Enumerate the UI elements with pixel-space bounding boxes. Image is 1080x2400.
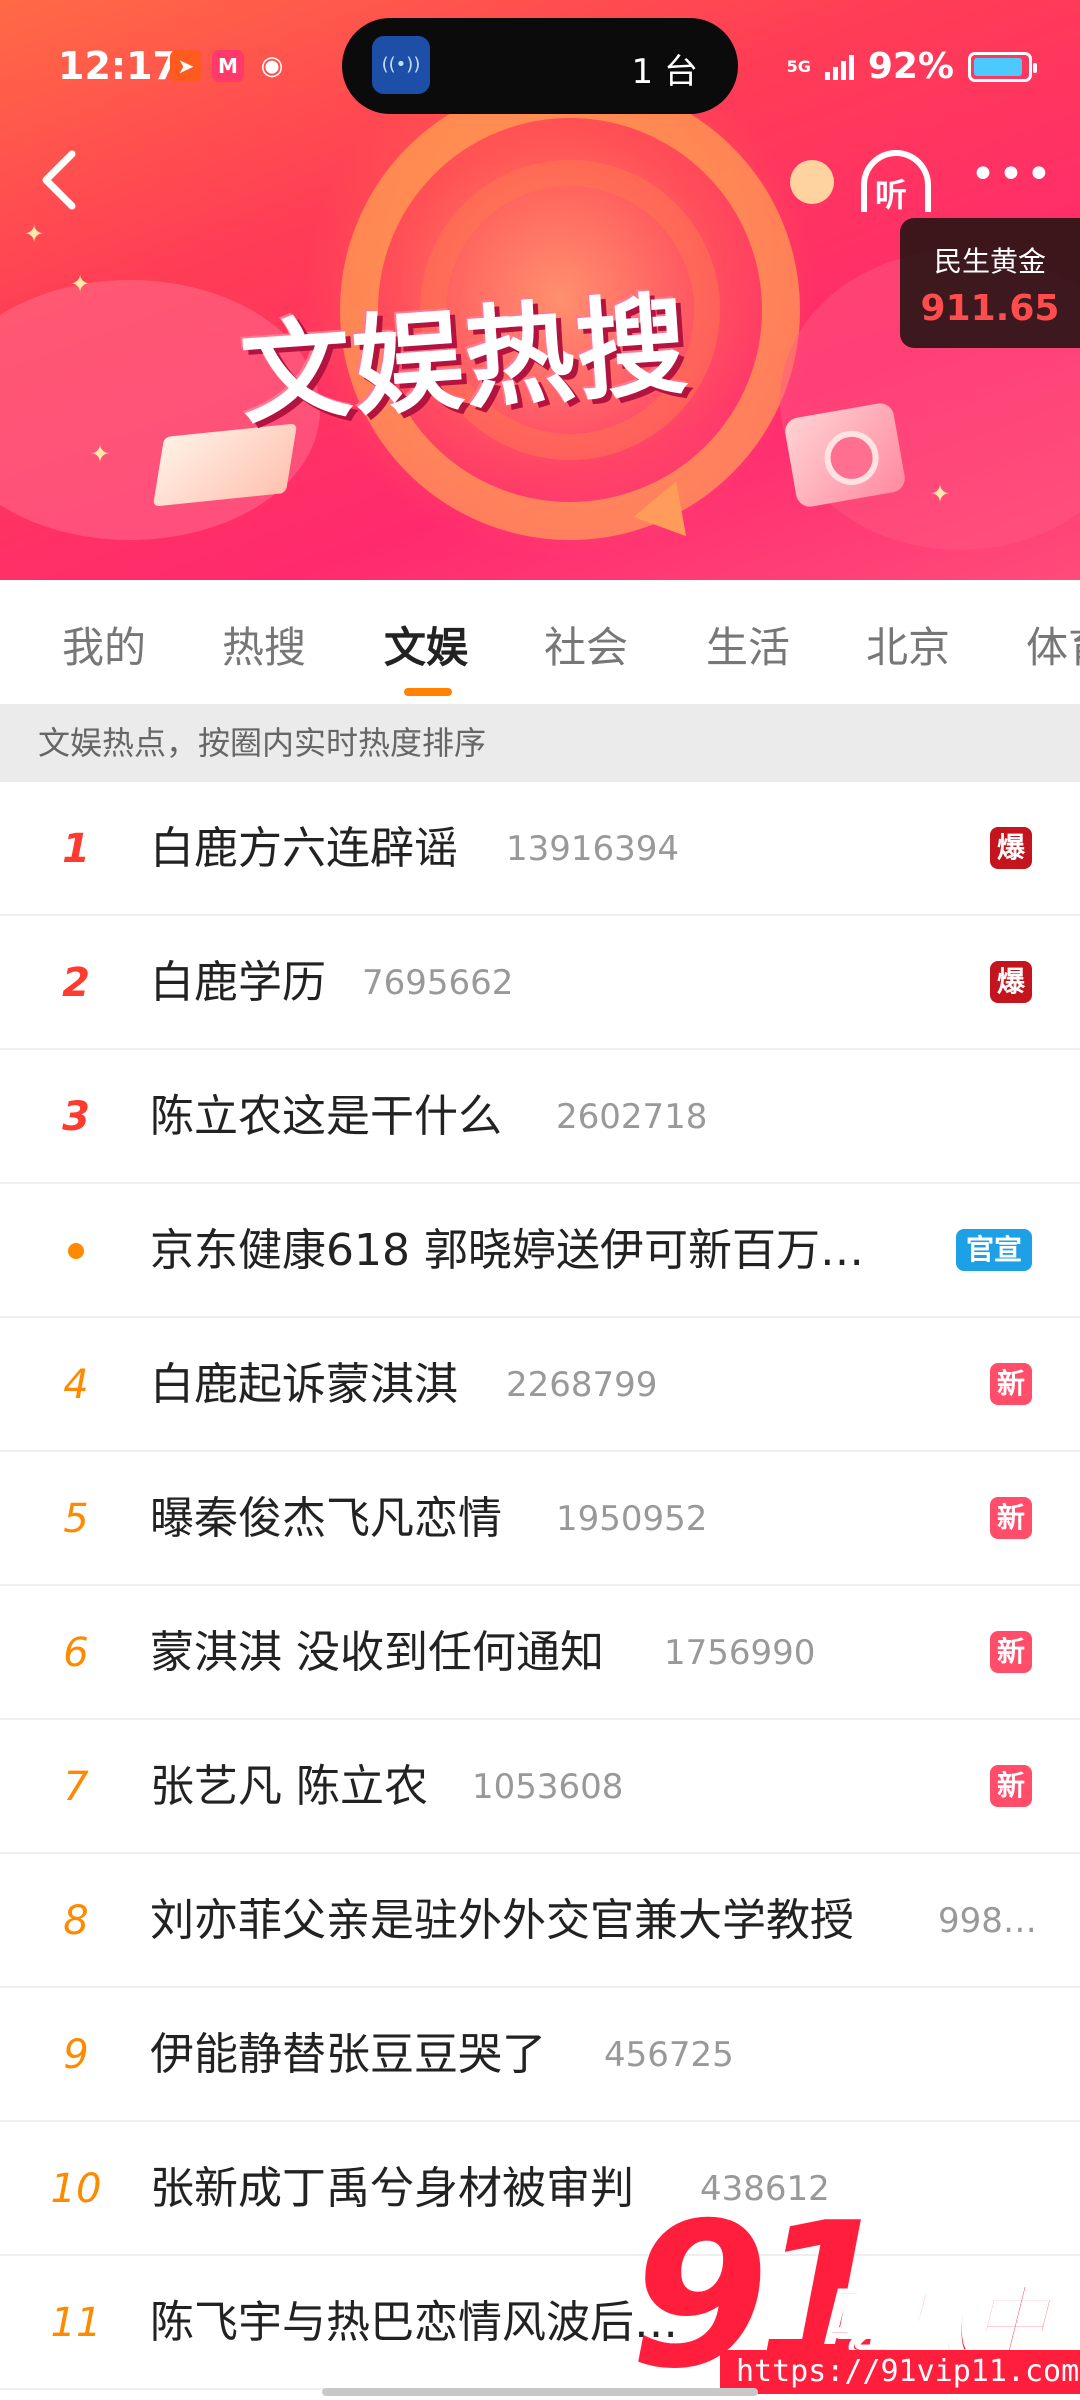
new-badge: 新 xyxy=(990,1765,1032,1807)
item-title: 曝秦俊杰飞凡恋情 xyxy=(150,1493,502,1544)
promoted-dot-icon xyxy=(68,1243,84,1259)
list-item[interactable]: 4 白鹿起诉蒙淇淇 2268799 新 xyxy=(0,1318,1080,1452)
item-title: 白鹿起诉蒙淇淇 xyxy=(150,1359,458,1410)
island-text: 1 台 xyxy=(631,52,698,92)
item-title: 白鹿方六连辟谣 xyxy=(150,823,458,874)
tab-entertainment[interactable]: 文娱 xyxy=(384,614,468,675)
category-tabs: 我的 热搜 文娱 社会 生活 北京 体育 xyxy=(0,580,1080,704)
item-count: 2602718 xyxy=(556,1097,708,1137)
network-label: 5G xyxy=(786,56,811,76)
tab-mine[interactable]: 我的 xyxy=(62,614,146,675)
list-description: 文娱热点，按圈内实时热度排序 xyxy=(0,704,1080,782)
stock-value: 911.65 xyxy=(920,288,1060,329)
tab-beijing[interactable]: 北京 xyxy=(866,614,950,675)
listen-button[interactable]: 听 xyxy=(855,150,945,220)
weibo-icon: ◉ xyxy=(260,51,284,81)
status-time: 12:17 xyxy=(58,44,179,88)
rank-number: 9 xyxy=(63,2032,89,2078)
dynamic-island[interactable]: ((•)) 1 台 xyxy=(342,18,738,114)
home-indicator[interactable] xyxy=(322,2388,758,2396)
list-item-promoted[interactable]: 京东健康618 郭晓婷送伊可新百万… 官宣 xyxy=(0,1184,1080,1318)
item-title: 张艺凡 陈立农 xyxy=(150,1761,428,1812)
battery-fill xyxy=(974,57,1022,76)
item-count: 456725 xyxy=(604,2035,734,2075)
stock-widget[interactable]: 民生黄金 911.65 xyxy=(900,218,1080,348)
hot-badge: 爆 xyxy=(990,961,1032,1003)
watermark-logo: 91 吃瓜中心 https://91vip11.com xyxy=(620,2180,1080,2400)
broadcast-icon: ((•)) xyxy=(372,36,430,94)
list-item[interactable]: 2 白鹿学历 7695662 爆 xyxy=(0,916,1080,1050)
status-indicators: 5G 92% xyxy=(786,46,1037,87)
media-app-icon: M xyxy=(212,50,244,82)
listen-label: 听 xyxy=(875,176,908,214)
rank-number: 7 xyxy=(63,1764,89,1810)
new-badge: 新 xyxy=(990,1363,1032,1405)
list-item[interactable]: 1 白鹿方六连辟谣 13916394 爆 xyxy=(0,782,1080,916)
hot-search-list: 1 白鹿方六连辟谣 13916394 爆 2 白鹿学历 7695662 爆 3 … xyxy=(0,782,1080,2390)
back-button[interactable] xyxy=(30,140,90,220)
item-count: 1950952 xyxy=(556,1499,708,1539)
tab-sports[interactable]: 体育 xyxy=(1026,614,1080,675)
watermark-url: https://91vip11.com xyxy=(720,2350,1080,2394)
stock-name: 民生黄金 xyxy=(933,245,1046,278)
list-item[interactable]: 5 曝秦俊杰飞凡恋情 1950952 新 xyxy=(0,1452,1080,1586)
more-button[interactable]: ••• xyxy=(970,153,1052,210)
list-item[interactable]: 8 刘亦菲父亲是驻外外交官兼大学教授 998… xyxy=(0,1854,1080,1988)
new-badge: 新 xyxy=(990,1631,1032,1673)
item-title: 陈立农这是干什么 xyxy=(150,1091,502,1142)
official-badge: 官宣 xyxy=(955,1229,1032,1271)
list-item[interactable]: 6 蒙淇淇 没收到任何通知 1756990 新 xyxy=(0,1586,1080,1720)
navigation-app-icon: ➤ xyxy=(170,50,202,82)
item-count: 998… xyxy=(938,1901,1037,1941)
battery-icon xyxy=(968,51,1037,82)
sparkle-icon: ✦ xyxy=(930,480,951,508)
active-tab-indicator xyxy=(404,688,452,696)
rank-number: 1 xyxy=(62,826,90,872)
item-count: 1756990 xyxy=(664,1633,816,1673)
sparkle-icon: ✦ xyxy=(70,270,91,298)
item-title: 白鹿学历 xyxy=(150,957,326,1008)
item-count: 7695662 xyxy=(362,963,514,1003)
sparkle-icon: ✦ xyxy=(24,220,45,248)
list-item[interactable]: 9 伊能静替张豆豆哭了 456725 xyxy=(0,1988,1080,2122)
signal-icon xyxy=(824,54,854,80)
rank-number: 8 xyxy=(63,1898,89,1944)
status-bar: 12:17 ➤ M ◉ ((•)) 1 台 5G 92% xyxy=(0,0,1080,130)
page-title: 文娱热搜 xyxy=(236,280,693,440)
rank-number: 6 xyxy=(63,1630,89,1676)
rank-number: 3 xyxy=(62,1094,90,1140)
tab-hot-search[interactable]: 热搜 xyxy=(222,614,306,675)
item-title: 张新成丁禹兮身材被审判 xyxy=(150,2163,634,2214)
item-title: 蒙淇淇 没收到任何通知 xyxy=(150,1627,604,1678)
camera-icon xyxy=(783,401,907,509)
new-badge: 新 xyxy=(990,1497,1032,1539)
hot-badge: 爆 xyxy=(990,827,1032,869)
item-title: 陈飞宇与热巴恋情风波后… xyxy=(150,2297,678,2348)
list-item[interactable]: 7 张艺凡 陈立农 1053608 新 xyxy=(0,1720,1080,1854)
rank-number: 11 xyxy=(50,2300,102,2346)
planet-decoration xyxy=(790,160,834,204)
item-count: 13916394 xyxy=(506,829,680,869)
tab-society[interactable]: 社会 xyxy=(544,614,628,675)
rank-number: 5 xyxy=(63,1496,89,1542)
item-title: 刘亦菲父亲是驻外外交官兼大学教授 xyxy=(150,1895,854,1946)
item-title: 京东健康618 郭晓婷送伊可新百万… xyxy=(150,1225,864,1276)
rank-number: 10 xyxy=(50,2166,102,2212)
back-icon xyxy=(42,150,76,210)
list-item[interactable]: 3 陈立农这是干什么 2602718 xyxy=(0,1050,1080,1184)
item-title: 伊能静替张豆豆哭了 xyxy=(150,2029,546,2080)
tab-life[interactable]: 生活 xyxy=(706,614,790,675)
sparkle-icon: ✦ xyxy=(90,440,111,468)
item-count: 1053608 xyxy=(472,1767,624,1807)
item-count: 2268799 xyxy=(506,1365,658,1405)
rank-number: 4 xyxy=(63,1362,89,1408)
rank-number: 2 xyxy=(62,960,90,1006)
battery-percent: 92% xyxy=(867,46,954,87)
